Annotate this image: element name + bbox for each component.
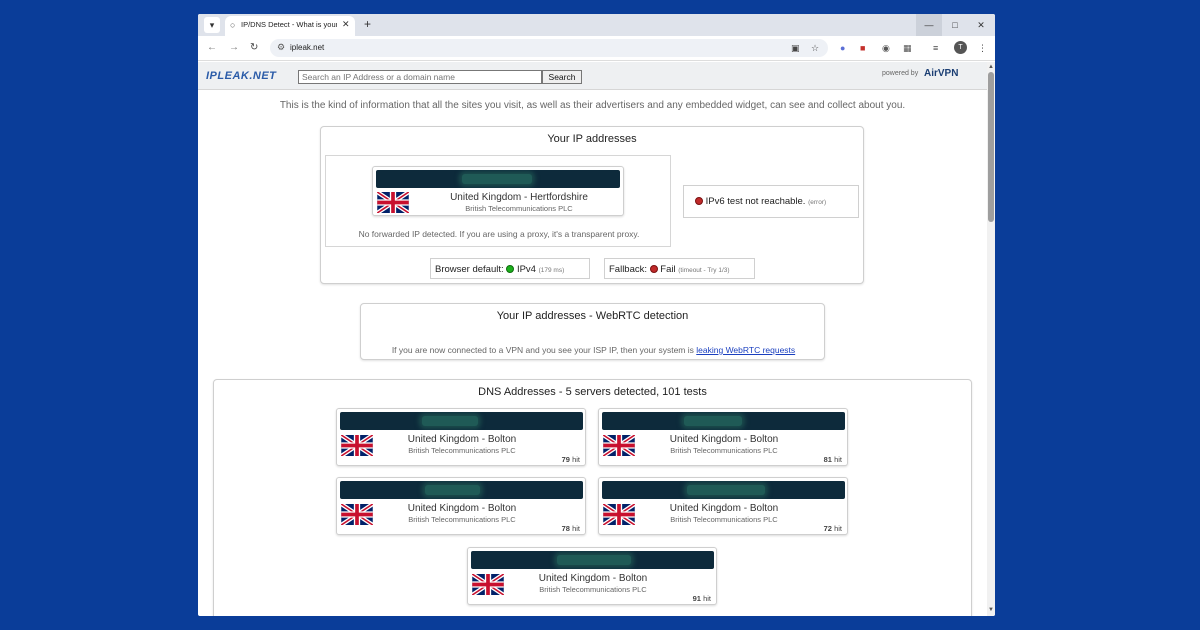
- fallback-detail: (timeout - Try 1/3): [678, 267, 730, 274]
- status-error-icon: [695, 197, 703, 205]
- dns-hits: 78 hit: [561, 524, 580, 533]
- uk-flag-icon: [472, 574, 504, 595]
- reload-icon[interactable]: ↻: [250, 41, 258, 55]
- tab-strip: ▾ ○ IP/DNS Detect - What is your IP ✕ + …: [198, 14, 995, 36]
- menu-dots-icon[interactable]: ⋮: [978, 42, 987, 54]
- site-logo[interactable]: IPLEAK.NET: [206, 70, 276, 82]
- ip-section-title: Your IP addresses: [547, 133, 637, 145]
- ipv6-box: IPv6 test not reachable. (error): [683, 185, 859, 218]
- dns-hits: 91 hit: [692, 594, 711, 603]
- status-error-icon: [649, 265, 658, 273]
- browser-default-label: Browser default:: [435, 264, 504, 275]
- dns-location: United Kingdom - Bolton: [407, 434, 517, 445]
- install-app-icon[interactable]: ▣: [791, 41, 800, 55]
- window-close-icon[interactable]: ✕: [968, 14, 994, 36]
- scroll-thumb[interactable]: [988, 72, 994, 222]
- fallback-label: Fallback:: [609, 264, 648, 275]
- dns-section-title: DNS Addresses - 5 servers detected, 101 …: [478, 386, 707, 398]
- reading-list-icon[interactable]: ≡: [933, 42, 938, 54]
- dns-server-card: United Kingdom - Bolton British Telecomm…: [467, 547, 717, 605]
- scroll-up-icon[interactable]: ▲: [988, 64, 994, 70]
- dns-location: United Kingdom - Bolton: [407, 503, 517, 514]
- dns-hits: 72 hit: [823, 524, 842, 533]
- dns-isp: British Telecommunications PLC: [670, 515, 778, 524]
- dns-isp: British Telecommunications PLC: [408, 515, 516, 524]
- dns-hits: 79 hit: [561, 455, 580, 464]
- ip-addresses-panel: Your IP addresses United Kingdom - Hertf…: [320, 126, 864, 284]
- site-header: IPLEAK.NET Search powered by AirVPN: [198, 62, 987, 90]
- browser-default-box: Browser default: IPv4 (179 ms): [430, 258, 590, 279]
- dns-isp: British Telecommunications PLC: [539, 585, 647, 594]
- webrtc-panel: Your IP addresses - WebRTC detection If …: [360, 303, 825, 360]
- address-bar[interactable]: ⚙ ipleak.net ▣ ☆: [270, 39, 828, 57]
- tab-title: IP/DNS Detect - What is your IP: [241, 20, 337, 29]
- uk-flag-icon: [341, 504, 373, 525]
- browser-window: ▾ ○ IP/DNS Detect - What is your IP ✕ + …: [198, 14, 995, 616]
- ip-location: United Kingdom - Hertfordshire: [450, 192, 588, 203]
- ip-address-bar: [340, 481, 583, 499]
- webrtc-note-text: If you are now connected to a VPN and yo…: [391, 345, 694, 355]
- dns-isp: British Telecommunications PLC: [408, 446, 516, 455]
- url-text: ipleak.net: [290, 43, 325, 52]
- proxy-note: No forwarded IP detected. If you are usi…: [358, 229, 640, 239]
- maximize-icon[interactable]: □: [942, 14, 968, 36]
- tab-active[interactable]: ○ IP/DNS Detect - What is your IP ✕: [225, 16, 355, 36]
- tab-search-icon[interactable]: ▾: [204, 17, 220, 33]
- webrtc-note: If you are now connected to a VPN and yo…: [361, 345, 826, 355]
- uk-flag-icon: [377, 192, 409, 213]
- intro-text: This is the kind of information that all…: [279, 100, 906, 111]
- ip-address-bar: [471, 551, 714, 569]
- browser-default-time: (179 ms): [538, 267, 565, 274]
- dns-isp: British Telecommunications PLC: [670, 446, 778, 455]
- close-icon[interactable]: ✕: [342, 19, 350, 30]
- ip-isp: British Telecommunications PLC: [465, 204, 573, 213]
- browser-toolbar: ← → ↻ ⚙ ipleak.net ▣ ☆ ● ■ ◉ ▦ ≡ T ⋮: [198, 36, 995, 61]
- dns-location: United Kingdom - Bolton: [669, 434, 779, 445]
- fallback-box: Fallback: Fail (timeout - Try 1/3): [604, 258, 755, 279]
- globe-icon: ○: [230, 20, 236, 30]
- powered-by-label: powered by: [882, 70, 919, 77]
- ip-address-bar: [602, 481, 845, 499]
- status-ok-icon: [506, 265, 515, 273]
- dns-server-card: United Kingdom - Bolton British Telecomm…: [336, 408, 586, 466]
- scroll-down-icon[interactable]: ▼: [988, 607, 994, 613]
- dns-hits: 81 hit: [823, 455, 842, 464]
- ipv6-error: (error): [808, 199, 827, 206]
- ipv6-status: IPv6 test not reachable.: [705, 196, 806, 207]
- dns-location: United Kingdom - Bolton: [669, 503, 779, 514]
- webrtc-leak-link[interactable]: leaking WebRTC requests: [696, 345, 795, 355]
- fallback-value: Fail: [660, 264, 676, 275]
- ip-address-bar: [340, 412, 583, 430]
- airvpn-brand[interactable]: AirVPN: [924, 68, 958, 79]
- new-tab-icon[interactable]: +: [364, 17, 371, 31]
- back-icon[interactable]: ←: [207, 41, 217, 55]
- forward-icon[interactable]: →: [229, 41, 239, 55]
- ipv4-box: United Kingdom - Hertfordshire British T…: [325, 155, 671, 247]
- dns-server-card: United Kingdom - Bolton British Telecomm…: [598, 408, 848, 466]
- search-input[interactable]: [298, 70, 542, 84]
- dns-server-card: United Kingdom - Bolton British Telecomm…: [598, 477, 848, 535]
- dns-server-card: United Kingdom - Bolton British Telecomm…: [336, 477, 586, 535]
- profile-avatar[interactable]: T: [954, 41, 967, 54]
- extension-icon[interactable]: ●: [840, 42, 845, 54]
- extension-shield-icon[interactable]: ■: [860, 42, 865, 54]
- uk-flag-icon: [603, 435, 635, 456]
- puzzle-icon[interactable]: ▦: [903, 42, 912, 54]
- camera-icon[interactable]: ◉: [882, 42, 890, 54]
- site-info-icon[interactable]: ⚙: [277, 42, 285, 53]
- dns-location: United Kingdom - Bolton: [538, 573, 648, 584]
- browser-default-value: IPv4: [516, 264, 536, 275]
- uk-flag-icon: [341, 435, 373, 456]
- uk-flag-icon: [603, 504, 635, 525]
- ip-card: United Kingdom - Hertfordshire British T…: [372, 166, 624, 216]
- ip-address-bar: [602, 412, 845, 430]
- search-button[interactable]: Search: [542, 70, 582, 84]
- bookmark-star-icon[interactable]: ☆: [811, 41, 819, 55]
- page-scrollbar[interactable]: ▲ ▼: [987, 62, 995, 616]
- minimize-icon[interactable]: —: [916, 14, 942, 36]
- webrtc-section-title: Your IP addresses - WebRTC detection: [496, 310, 689, 322]
- ip-address-bar: [376, 170, 620, 188]
